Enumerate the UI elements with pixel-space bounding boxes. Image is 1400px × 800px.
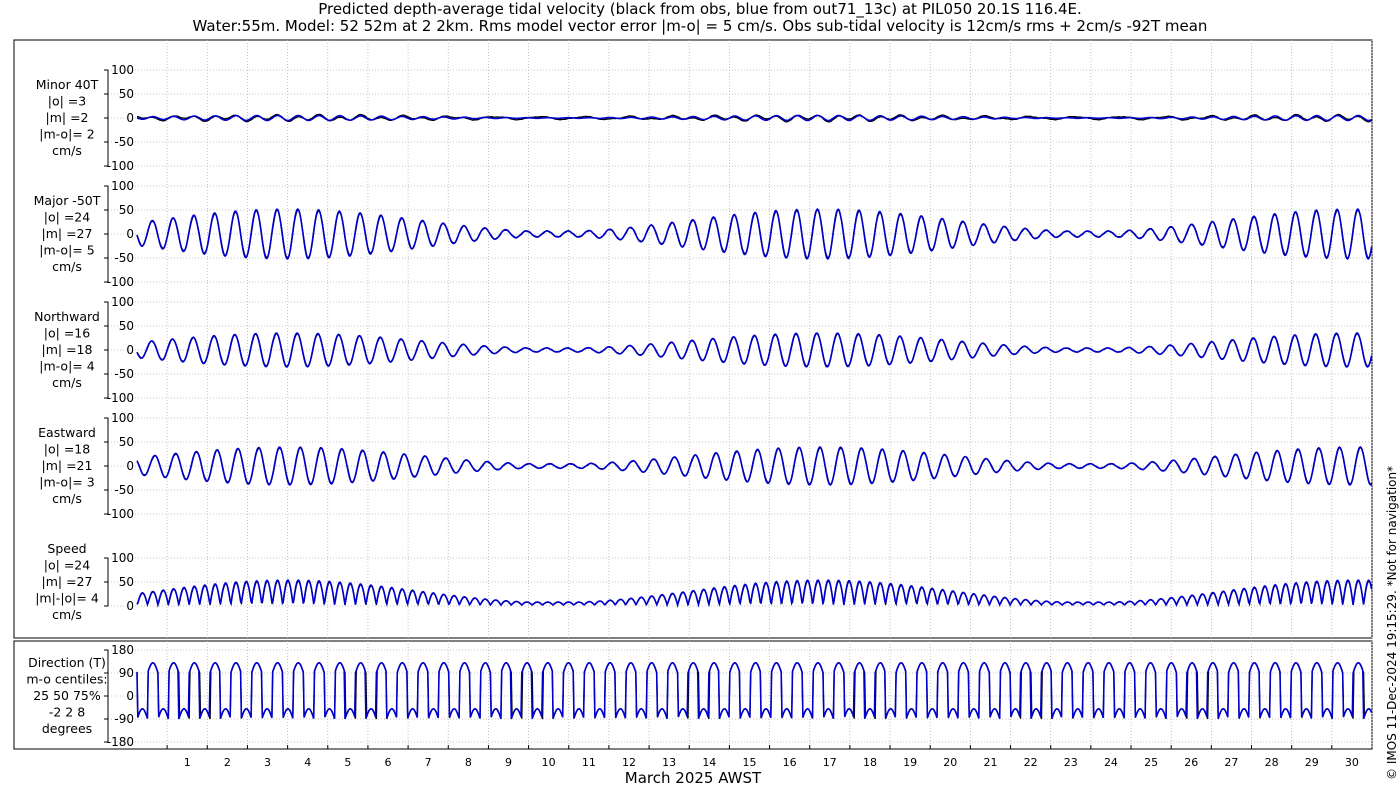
y-tick-label-speed: 0	[126, 599, 134, 613]
x-tick-label-27: 27	[1224, 756, 1238, 769]
x-tick-label-7: 7	[425, 756, 432, 769]
panel-label-minor: |o| =3	[48, 94, 86, 109]
x-tick-label-28: 28	[1265, 756, 1279, 769]
y-tick-label-minor: 0	[126, 111, 134, 125]
panel-label-minor: |m-o|= 2	[39, 127, 94, 142]
lower-axes-frame	[13, 640, 1373, 750]
x-tick-label-10: 10	[542, 756, 556, 769]
x-tick-label-18: 18	[863, 756, 877, 769]
panel-label-major: |m| =27	[42, 226, 93, 241]
panel-label-direction: m-o centiles:	[26, 672, 107, 687]
y-tick-label-north: -100	[107, 391, 134, 405]
x-tick-label-25: 25	[1144, 756, 1158, 769]
x-tick-label-15: 15	[742, 756, 756, 769]
x-tick-label-6: 6	[385, 756, 392, 769]
y-tick-label-north: 0	[126, 343, 134, 357]
panel-label-north: |o| =16	[44, 326, 90, 341]
panel-label-minor: cm/s	[52, 143, 82, 158]
y-tick-label-minor: 100	[111, 63, 134, 77]
x-tick-label-14: 14	[702, 756, 716, 769]
series-model-line-north	[136, 332, 1373, 368]
x-tick-label-1: 1	[184, 756, 191, 769]
y-tick-label-major: -50	[114, 251, 134, 265]
upper-axes-frame	[13, 39, 1373, 639]
y-tick-label-direction: 180	[111, 643, 134, 657]
panel-label-direction: 25 50 75%	[33, 688, 101, 703]
x-tick-label-4: 4	[304, 756, 311, 769]
panel-label-east: cm/s	[52, 491, 82, 506]
y-tick-label-east: -50	[114, 483, 134, 497]
x-tick-label-17: 17	[823, 756, 837, 769]
y-tick-label-major: 100	[111, 179, 134, 193]
x-tick-label-2: 2	[224, 756, 231, 769]
y-tick-label-east: 0	[126, 459, 134, 473]
panel-label-east: |o| =18	[44, 442, 90, 457]
x-tick-label-8: 8	[465, 756, 472, 769]
panel-label-major: Major -50T	[34, 193, 101, 208]
x-tick-label-23: 23	[1064, 756, 1078, 769]
panel-label-speed: |m| =27	[42, 574, 93, 589]
x-tick-label-19: 19	[903, 756, 917, 769]
panel-label-speed: |m|-|o|= 4	[35, 591, 99, 606]
x-tick-label-20: 20	[943, 756, 957, 769]
x-tick-label-11: 11	[582, 756, 596, 769]
panel-label-minor: Minor 40T	[36, 77, 99, 92]
y-tick-label-minor: 50	[119, 87, 134, 101]
y-tick-label-direction: 0	[126, 689, 134, 703]
y-tick-label-north: -50	[114, 367, 134, 381]
y-tick-label-direction: -90	[114, 712, 134, 726]
series-model-line-direction	[136, 661, 1373, 720]
y-tick-label-east: -100	[107, 507, 134, 521]
panel-label-north: Northward	[34, 309, 100, 324]
series-model-line-speed	[136, 579, 1373, 609]
x-axis-label: March 2025 AWST	[625, 769, 762, 787]
panel-label-major: cm/s	[52, 259, 82, 274]
y-tick-label-major: 50	[119, 203, 134, 217]
series-obs-line-east	[136, 446, 1372, 486]
y-tick-label-north: 50	[119, 319, 134, 333]
y-tick-label-speed: 100	[111, 551, 134, 565]
y-tick-label-major: -100	[107, 275, 134, 289]
tidal-velocity-chart: 1 2 3 4 5 6 7 8 9 10 11 12 13 14 15 16 17 18 19 20 21 22 23 24 2…	[13, 39, 1373, 787]
panel-label-east: |m| =21	[42, 458, 93, 473]
x-tick-label-30: 30	[1345, 756, 1359, 769]
y-tick-label-direction: -180	[107, 735, 134, 749]
y-tick-label-minor: -100	[107, 159, 134, 173]
panel-label-north: |m| =18	[42, 342, 93, 357]
panel-label-north: |m-o|= 4	[39, 359, 94, 374]
panel-label-speed: |o| =24	[44, 558, 90, 573]
x-tick-label-26: 26	[1184, 756, 1198, 769]
y-tick-label-speed: 50	[119, 575, 134, 589]
panel-label-north: cm/s	[52, 375, 82, 390]
panel-label-speed: cm/s	[52, 607, 82, 622]
x-tick-label-29: 29	[1305, 756, 1319, 769]
x-tick-label-22: 22	[1024, 756, 1038, 769]
series-model-line-major	[136, 208, 1373, 260]
copyright-credit: © IMOS 11-Dec-2024 19:15:29. *Not for na…	[1385, 465, 1399, 780]
panel-label-east: |m-o|= 3	[39, 475, 94, 490]
x-tick-label-13: 13	[662, 756, 676, 769]
panel-label-major: |o| =24	[44, 210, 90, 225]
y-tick-label-minor: -50	[114, 135, 134, 149]
y-tick-label-north: 100	[111, 295, 134, 309]
panel-label-direction: degrees	[42, 721, 92, 736]
x-tick-label-5: 5	[344, 756, 351, 769]
series-model-line-east	[136, 446, 1373, 486]
x-tick-label-24: 24	[1104, 756, 1118, 769]
y-tick-label-direction: 90	[119, 666, 134, 680]
panel-label-direction: -2 2 8	[49, 705, 85, 720]
y-tick-label-major: 0	[126, 227, 134, 241]
x-tick-label-21: 21	[983, 756, 997, 769]
y-tick-label-east: 100	[111, 411, 134, 425]
panel-label-minor: |m| =2	[46, 110, 89, 125]
panel-label-direction: Direction (T)	[28, 655, 106, 670]
panel-label-east: Eastward	[38, 425, 96, 440]
panel-label-speed: Speed	[47, 541, 86, 556]
x-tick-label-12: 12	[622, 756, 636, 769]
panel-label-major: |m-o|= 5	[39, 243, 94, 258]
x-tick-label-9: 9	[505, 756, 512, 769]
y-tick-label-east: 50	[119, 435, 134, 449]
x-tick-label-3: 3	[264, 756, 271, 769]
x-tick-label-16: 16	[783, 756, 797, 769]
